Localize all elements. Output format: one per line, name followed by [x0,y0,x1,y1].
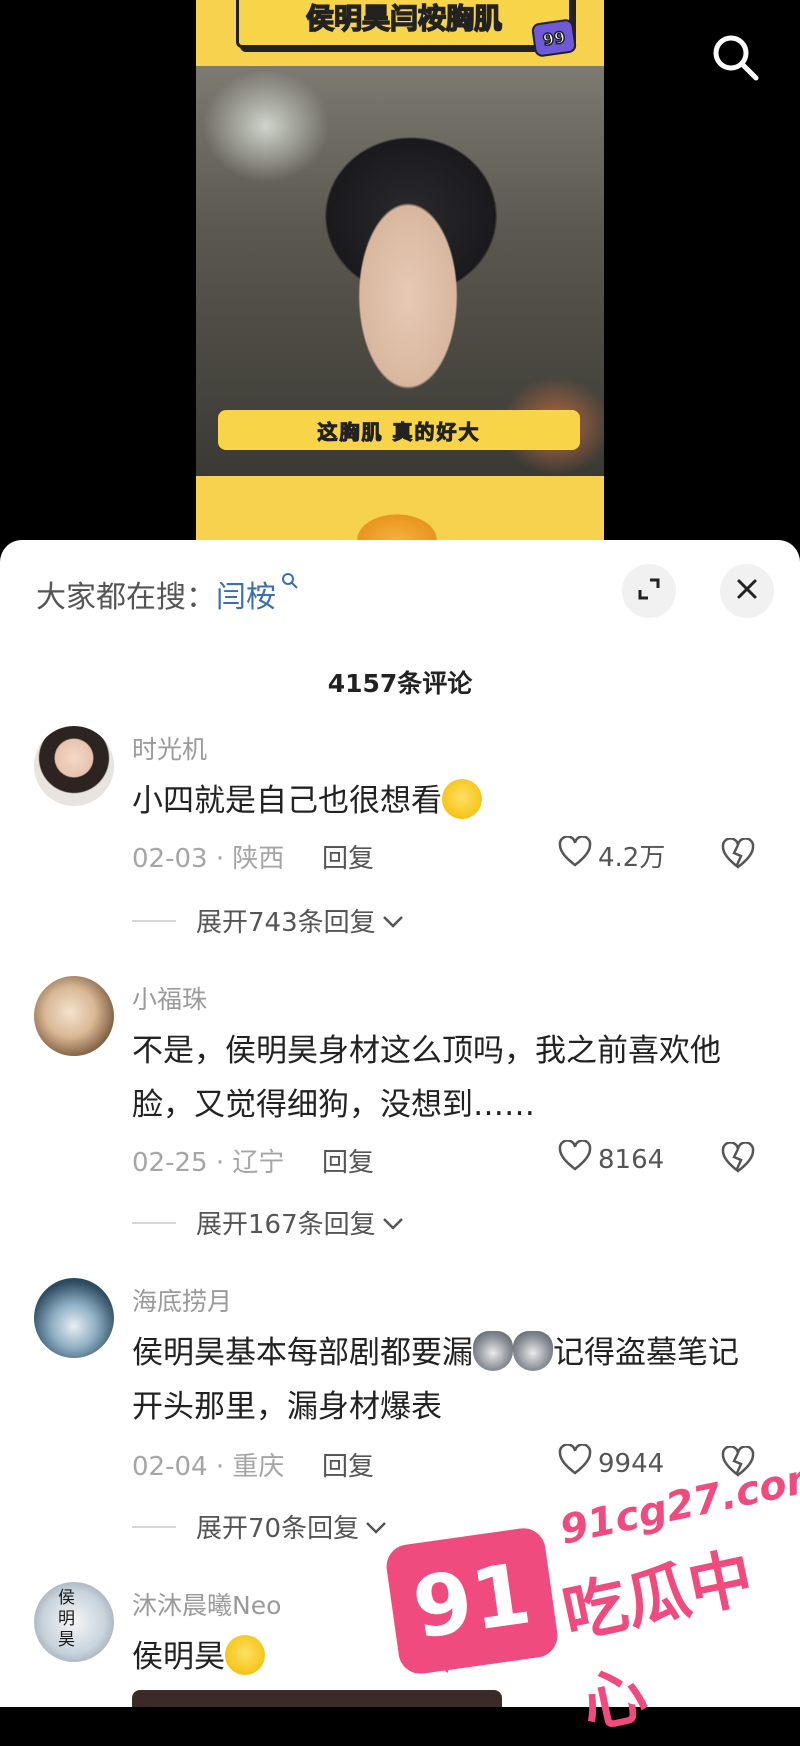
like-count: 8164 [598,1144,665,1175]
expand-replies-button[interactable]: 展开167条回复 [132,1204,404,1241]
expand-replies-button[interactable]: 展开70条回复 [132,1508,387,1545]
search-icon[interactable] [708,30,764,86]
hot-search-label: 大家都在搜： [36,580,216,615]
comment-username[interactable]: 时光机 [132,730,207,766]
video-frame[interactable]: 侯明昊闫桉胸肌 99 这胸肌 真的好大 [196,0,604,560]
like-button[interactable]: 8164 [558,1139,665,1179]
divider-line [132,919,176,922]
husky-emoji-icon [473,1331,513,1371]
comment-text: 不是，侯明昊身材这么顶吗，我之前喜欢他脸，又觉得细狗，没想到…… [132,1033,721,1123]
expand-button[interactable] [622,564,676,618]
heart-icon [558,1443,598,1483]
comment-text-content: 小四就是自己也很想看 [132,783,442,819]
dislike-button[interactable] [720,837,756,874]
like-button[interactable]: 4.2万 [558,835,666,875]
comment-date-location: 02-04 · 重庆 [132,1452,285,1482]
comment-text: 小四就是自己也很想看 [132,774,762,828]
reply-button[interactable]: 回复 [322,1446,374,1483]
comment-date-location: 02-25 · 辽宁 [132,1148,285,1178]
divider-line [132,1221,176,1224]
heart-icon [558,835,598,875]
video-title-banner: 侯明昊闫桉胸肌 99 [236,0,578,58]
avatar[interactable] [34,1278,114,1358]
broken-heart-icon [720,1141,756,1178]
dislike-button[interactable] [720,1141,756,1178]
like-count: 4.2万 [598,843,666,873]
close-button[interactable] [720,564,774,618]
expand-replies-button[interactable]: 展开743条回复 [132,902,404,939]
chevron-down-icon [359,1512,387,1542]
video-subtitle: 这胸肌 真的好大 [218,410,580,450]
comment-sheet: 大家都在搜：闫桉 4157条评论 时光机 小四就是自己也很想看 02-03 · … [0,540,800,1707]
broken-heart-icon [720,837,756,874]
avatar[interactable] [34,726,114,806]
comment-text-content: 侯明昊基本每部剧都要漏 [132,1335,473,1371]
smile-emoji-icon [442,779,482,819]
watermark-logo: 91 [383,1525,561,1677]
next-comment-image-preview [132,1690,502,1707]
expand-replies-label: 展开167条回复 [196,1210,376,1240]
comment-date-location: 02-03 · 陕西 [132,844,285,874]
comment-text: 侯明昊基本每部剧都要漏 记得盗墓笔记开头那里，漏身材爆表 [132,1326,762,1434]
comment-count-title: 4157条评论 [327,669,473,698]
comment-username[interactable]: 海底捞月 [132,1282,232,1318]
avatar[interactable] [34,976,114,1056]
video-title-text: 侯明昊闫桉胸肌 [305,1,503,36]
avatar[interactable]: 侯明昊 [34,1582,114,1662]
divider-line [132,1525,176,1528]
close-icon [735,577,759,605]
chevron-down-icon [376,906,404,936]
hot-search-bar[interactable]: 大家都在搜：闫桉 [36,572,299,616]
small-search-icon [276,573,299,594]
expand-icon [636,576,662,606]
comment-username[interactable]: 沐沐晨曦Neo [132,1586,281,1622]
video-player[interactable]: 侯明昊闫桉胸肌 99 这胸肌 真的好大 [0,0,800,560]
comment-username[interactable]: 小福珠 [132,980,207,1016]
expand-replies-label: 展开70条回复 [196,1514,360,1544]
heart-icon [558,1139,598,1179]
hot-search-term[interactable]: 闫桉 [216,580,276,615]
banner-badge: 99 [530,18,578,58]
like-button[interactable]: 9944 [558,1443,665,1483]
heart-eyes-emoji-icon [225,1635,265,1675]
expand-replies-label: 展开743条回复 [196,908,376,938]
reply-button[interactable]: 回复 [322,838,374,875]
comment-text-content: 侯明昊 [132,1639,225,1675]
husky-emoji-icon [513,1331,553,1371]
avatar-text: 侯明昊 [58,1588,75,1650]
chevron-down-icon [376,1208,404,1238]
like-count: 9944 [598,1448,665,1479]
reply-button[interactable]: 回复 [322,1142,374,1179]
